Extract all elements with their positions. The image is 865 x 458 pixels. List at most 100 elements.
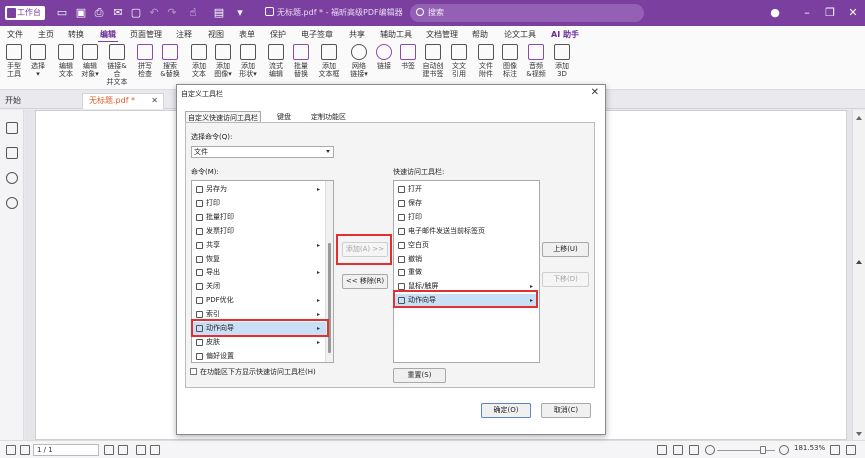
attachments-panel-icon[interactable] — [6, 197, 18, 209]
restore-button[interactable]: ❐ — [823, 6, 837, 20]
comments-panel-icon[interactable] — [6, 172, 18, 184]
move-down-button[interactable]: 下移(D) — [542, 272, 589, 287]
search-box[interactable]: 搜索 — [410, 4, 644, 22]
ribbon-button-16[interactable]: 自动创 建书签 — [420, 44, 446, 78]
list-item[interactable]: 批量打印 — [193, 211, 325, 224]
tab-start[interactable]: 开始 — [5, 95, 21, 106]
print-icon[interactable]: ⎙ — [92, 6, 106, 20]
ribbon-button-6[interactable]: 搜索 &替换 — [157, 44, 183, 78]
list-item[interactable]: 撤销 — [395, 253, 538, 266]
ribbon-button-5[interactable]: 拼写 检查 — [132, 44, 158, 78]
zoom-out-icon[interactable] — [705, 445, 715, 455]
menu-item-7[interactable]: 表单 — [239, 29, 255, 40]
menu-item-9[interactable]: 电子签章 — [301, 29, 333, 40]
ribbon-button-3[interactable]: 编辑 对象▾ — [77, 44, 103, 78]
ribbon-button-8[interactable]: 添加 图像▾ — [210, 44, 236, 78]
ribbon-button-15[interactable]: 书签 — [395, 44, 421, 70]
ribbon-button-19[interactable]: 图像 标注 — [497, 44, 523, 78]
list-item[interactable]: 导出 ▸ — [193, 266, 325, 279]
list-item[interactable]: 电子邮件发送当前标签页 — [395, 225, 538, 238]
save-icon[interactable]: ▣ — [74, 6, 88, 20]
menu-item-8[interactable]: 保护 — [270, 29, 286, 40]
zoom-in-icon[interactable] — [779, 445, 789, 455]
menu-item-2[interactable]: 转换 — [68, 29, 84, 40]
zoom-slider-thumb[interactable] — [760, 446, 766, 454]
list-item[interactable]: 偏好设置 — [193, 350, 325, 363]
list-item[interactable]: 关闭 — [193, 280, 325, 293]
ribbon-button-20[interactable]: 音频 &视频 — [523, 44, 549, 78]
list-item[interactable]: 空白页 — [395, 239, 538, 252]
continuous-view-icon[interactable] — [673, 445, 683, 455]
menu-item-13[interactable]: 帮助 — [472, 29, 488, 40]
last-page-icon[interactable] — [118, 445, 128, 455]
menu-item-0[interactable]: 文件 — [7, 29, 23, 40]
page-number-input[interactable]: 1 / 1 — [33, 444, 99, 456]
menu-item-5[interactable]: 注释 — [176, 29, 192, 40]
ribbon-button-12[interactable]: 添加 文本框 — [316, 44, 342, 78]
two-page-view-icon[interactable] — [689, 445, 699, 455]
ribbon-button-7[interactable]: 添加 文本 — [186, 44, 212, 78]
zoom-slider-track[interactable] — [717, 450, 775, 451]
workbench-button[interactable]: 工作台 — [5, 6, 45, 20]
list-item[interactable]: 发票打印 — [193, 225, 325, 238]
list-item[interactable]: 重做 — [395, 266, 538, 279]
menu-item-6[interactable]: 视图 — [208, 29, 224, 40]
list-item[interactable]: 另存为 ▸ — [193, 183, 325, 196]
list-item[interactable]: 皮肤 ▸ — [193, 336, 325, 349]
prev-page-icon[interactable] — [20, 445, 30, 455]
ribbon-button-1[interactable]: 选择 ▾ — [25, 44, 51, 78]
pages-panel-icon[interactable] — [6, 147, 18, 159]
menu-item-12[interactable]: 文档管理 — [426, 29, 458, 40]
ribbon-button-13[interactable]: 网络 链接▾ — [346, 44, 372, 78]
hand-tool-icon[interactable]: ☝ — [186, 6, 200, 20]
ribbon-button-2[interactable]: 编辑 文本 — [53, 44, 79, 78]
single-page-view-icon[interactable] — [657, 445, 667, 455]
account-icon[interactable]: ● — [768, 6, 782, 20]
list-item[interactable]: 打印 — [193, 197, 325, 210]
bookmark-panel-icon[interactable] — [6, 122, 18, 134]
list-item[interactable]: 打开 — [395, 183, 538, 196]
menu-item-11[interactable]: 辅助工具 — [380, 29, 412, 40]
ribbon-button-14[interactable]: 链接 — [371, 44, 397, 70]
ribbon-button-18[interactable]: 文件 附件 — [473, 44, 499, 78]
menu-item-14[interactable]: 论文工具 — [504, 29, 536, 40]
ribbon-button-17[interactable]: 文文 引用 — [446, 44, 472, 78]
ribbon-button-11[interactable]: 批量 替换 — [288, 44, 314, 78]
first-page-icon[interactable] — [6, 445, 16, 455]
close-window-button[interactable]: ✕ — [846, 6, 860, 20]
dialog-close-icon[interactable]: ✕ — [591, 87, 599, 98]
action-wizard-icon[interactable]: ▤ — [212, 6, 226, 20]
fullscreen-icon[interactable] — [846, 445, 856, 455]
menu-item-15[interactable]: AI 助手 — [551, 29, 579, 40]
redo-icon[interactable]: ↷ — [165, 6, 179, 20]
minimize-button[interactable]: – — [800, 6, 814, 20]
list-item[interactable]: 共享 ▸ — [193, 239, 325, 252]
email-icon[interactable]: ✉ — [111, 6, 125, 20]
list-item[interactable]: PDF优化 ▸ — [193, 294, 325, 307]
menu-item-1[interactable]: 主页 — [38, 29, 54, 40]
menu-item-4[interactable]: 页面管理 — [130, 29, 162, 40]
zoom-dropdown-icon[interactable] — [830, 445, 840, 455]
show-below-ribbon-checkbox[interactable] — [190, 368, 197, 375]
choose-commands-select[interactable]: 文件 — [191, 146, 334, 158]
quick-access-list[interactable]: 打开 保存 打印 电子邮件发送当前标签页 空白页 撤销 重做 鼠标/触屏 ▸ 动作向导 ▸ — [393, 180, 540, 363]
open-folder-icon[interactable]: ▭ — [55, 6, 69, 20]
remove-button[interactable]: << 移除(R) — [342, 274, 388, 289]
ribbon-button-9[interactable]: 添加 形状▾ — [235, 44, 261, 78]
list-item[interactable]: 恢复 — [193, 253, 325, 266]
ribbon-button-10[interactable]: 流式 编辑 — [263, 44, 289, 78]
ok-button[interactable]: 确定(O) — [481, 403, 531, 418]
list-item[interactable]: 保存 — [395, 197, 538, 210]
ribbon-button-21[interactable]: 添加 3D — [549, 44, 575, 78]
next-page-icon[interactable] — [104, 445, 114, 455]
menu-item-3[interactable]: 编辑 — [98, 29, 118, 43]
vertical-scrollbar[interactable] — [852, 110, 865, 440]
ribbon-button-0[interactable]: 手型 工具 — [1, 44, 27, 78]
undo-icon[interactable]: ↶ — [147, 6, 161, 20]
ribbon-button-4[interactable]: 链接&合 并文本 — [104, 44, 130, 86]
tab-document[interactable]: 无标题.pdf * ✕ — [82, 93, 164, 109]
zoom-level[interactable]: 181.53% — [794, 444, 825, 452]
cancel-button[interactable]: 取消(C) — [541, 403, 591, 418]
reset-button[interactable]: 重置(S) — [393, 368, 446, 383]
scroll-up-icon[interactable] — [856, 116, 862, 120]
